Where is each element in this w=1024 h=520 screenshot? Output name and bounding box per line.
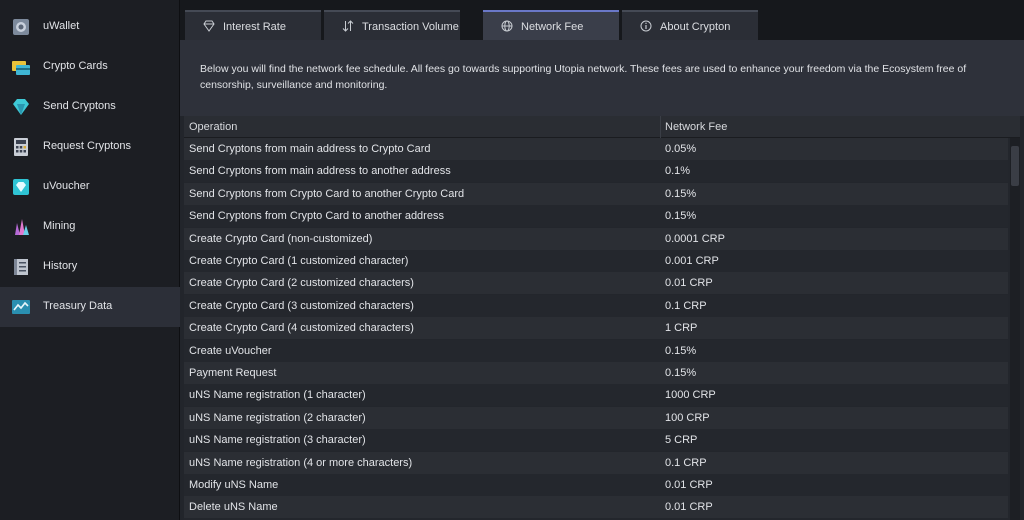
operation-cell: Create Crypto Card (non-customized) [189, 232, 373, 245]
operation-cell: uNS Name registration (3 character) [189, 434, 366, 447]
sidebar-item-crypto-cards[interactable]: Crypto Cards [0, 47, 180, 87]
calculator-icon [14, 138, 28, 156]
sidebar-item-treasury-data[interactable]: Treasury Data [0, 287, 180, 327]
network-fee-cell: 0.01 CRP [665, 277, 713, 290]
table-row[interactable]: Send Cryptons from Crypto Card to anothe… [184, 205, 1008, 228]
operation-cell: Payment Request [189, 367, 277, 379]
voucher-icon [13, 179, 29, 195]
network-fee-cell: 0.001 CRP [665, 255, 719, 267]
network-fee-cell: 0.15% [665, 344, 697, 357]
tab-bar: Interest Rate Transaction Volume Network… [180, 0, 1024, 40]
operation-cell: Send Cryptons from main address to anoth… [189, 165, 451, 178]
network-fee-cell: 0.01 CRP [665, 501, 713, 514]
tab-label: About Crypton [660, 21, 731, 33]
operation-cell: Create Crypto Card (3 customized charact… [189, 299, 414, 312]
tab-transaction-volume[interactable]: Transaction Volume [324, 10, 460, 40]
sidebar-item-send-cryptons[interactable]: Send Cryptons [0, 87, 180, 127]
network-fee-cell: 0.0001 CRP [665, 232, 725, 245]
network-fee-cell: 5 CRP [665, 434, 698, 447]
network-fee-cell: 0.15% [665, 187, 697, 200]
mining-crystals-icon [15, 219, 29, 235]
table-row[interactable]: Create Crypto Card (non-customized) 0.000… [184, 227, 1008, 250]
vertical-scrollbar[interactable] [1010, 138, 1020, 520]
crypto-cards-icon [12, 61, 30, 75]
table-row[interactable]: Modify uNS Name 0.01 CRP [184, 474, 1008, 496]
network-fee-cell: 1000 CRP [665, 389, 716, 402]
operation-cell: Send Cryptons from Crypto Card to anothe… [189, 210, 444, 223]
network-fee-cell: 0.15% [665, 367, 697, 379]
table-row[interactable]: Create uVoucher 0.15% [184, 339, 1008, 362]
sidebar-item-label: Mining [43, 220, 76, 232]
sidebar-item-uvoucher[interactable]: uVoucher [0, 167, 180, 207]
table-row[interactable]: uNS Name registration (3 character) 5 CRP [184, 429, 1008, 452]
operation-cell: Modify uNS Name [189, 479, 279, 491]
network-fee-cell: 0.1 CRP [665, 299, 707, 312]
table-row[interactable]: Payment Request 0.15% [184, 362, 1008, 384]
intro-text: Below you will find the network fee sche… [200, 63, 967, 91]
sidebar-item-history[interactable]: History [0, 247, 180, 287]
history-ledger-icon [14, 259, 28, 275]
sidebar-item-label: History [43, 260, 78, 272]
table-row[interactable]: Send Cryptons from Crypto Card to anothe… [184, 182, 1008, 205]
column-header-operation[interactable]: Operation [189, 121, 237, 133]
operation-cell: Send Cryptons from Crypto Card to anothe… [189, 187, 465, 200]
sidebar-item-label: Crypto Cards [43, 60, 108, 72]
tab-network-fee[interactable]: Network Fee [483, 10, 619, 40]
table-row[interactable]: uNS Name registration (1 character) 1000 … [184, 384, 1008, 407]
operation-cell: Delete uNS Name [189, 501, 278, 514]
scrollbar-thumb[interactable] [1011, 146, 1019, 186]
operation-cell: Create Crypto Card (1 customized charact… [189, 255, 409, 267]
operation-cell: Create Crypto Card (2 customized charact… [189, 277, 414, 290]
sidebar-item-request-cryptons[interactable]: Request Cryptons [0, 127, 180, 167]
column-header-network-fee[interactable]: Network Fee [665, 121, 727, 133]
fee-schedule-description: Below you will find the network fee sche… [180, 40, 1024, 116]
network-fee-cell: 0.15% [665, 210, 697, 223]
wallet-icon [13, 19, 29, 35]
table-row[interactable]: Delete uNS Name 0.01 CRP [184, 496, 1008, 519]
operation-cell: Create Crypto Card (4 customized charact… [189, 322, 414, 335]
sidebar-item-mining[interactable]: Mining [0, 207, 180, 247]
globe-icon [501, 20, 513, 32]
sidebar-item-label: Request Cryptons [43, 140, 132, 152]
network-fee-cell: 0.1 CRP [665, 456, 707, 469]
table-row[interactable]: uNS Name registration (2 character) 100 C… [184, 406, 1008, 429]
sidebar-item-label: uWallet [43, 20, 80, 32]
sidebar-item-uwallet[interactable]: uWallet [0, 7, 180, 47]
diamond-icon [203, 20, 215, 32]
info-icon [640, 20, 652, 32]
main-panel: Interest Rate Transaction Volume Network… [180, 0, 1024, 520]
network-fee-cell: 0.01 CRP [665, 479, 713, 491]
operation-cell: uNS Name registration (1 character) [189, 389, 366, 402]
table-row[interactable]: Send Cryptons from main address to Crypt… [184, 138, 1008, 160]
tab-label: Network Fee [521, 21, 584, 33]
up-down-arrows-icon [342, 20, 354, 32]
operation-cell: uNS Name registration (4 or more charact… [189, 456, 413, 469]
sidebar: uWallet Crypto Cards Send Cryptons Reque [0, 0, 180, 520]
network-fee-cell: 1 CRP [665, 322, 698, 335]
network-fee-cell: 100 CRP [665, 411, 710, 424]
network-fee-cell: 0.05% [665, 143, 697, 155]
table-row[interactable]: Create Crypto Card (1 customized charact… [184, 250, 1008, 272]
sidebar-item-label: Treasury Data [43, 300, 113, 312]
tab-label: Transaction Volume [362, 21, 459, 33]
tab-label: Interest Rate [223, 21, 286, 33]
column-divider[interactable] [660, 116, 661, 138]
sidebar-item-label: Send Cryptons [43, 100, 116, 112]
network-fee-table: Operation Network Fee Send Cryptons from… [184, 116, 1020, 520]
send-cryptons-icon [13, 99, 29, 115]
table-row[interactable]: Send Cryptons from main address to anoth… [184, 160, 1008, 183]
operation-cell: Send Cryptons from main address to Crypt… [189, 143, 431, 155]
sidebar-item-label: uVoucher [43, 180, 90, 192]
table-row[interactable]: Create Crypto Card (4 customized charact… [184, 317, 1008, 340]
table-header: Operation Network Fee [184, 116, 1020, 138]
table-row[interactable]: Create Crypto Card (2 customized charact… [184, 272, 1008, 295]
operation-cell: Create uVoucher [189, 344, 272, 357]
tab-about-crypton[interactable]: About Crypton [622, 10, 758, 40]
tab-interest-rate[interactable]: Interest Rate [185, 10, 321, 40]
table-row[interactable]: uNS Name registration (4 or more charact… [184, 451, 1008, 474]
treasury-chart-icon [12, 300, 30, 314]
table-row[interactable]: Create Crypto Card (3 customized charact… [184, 294, 1008, 317]
operation-cell: uNS Name registration (2 character) [189, 411, 366, 424]
network-fee-cell: 0.1% [665, 165, 691, 178]
